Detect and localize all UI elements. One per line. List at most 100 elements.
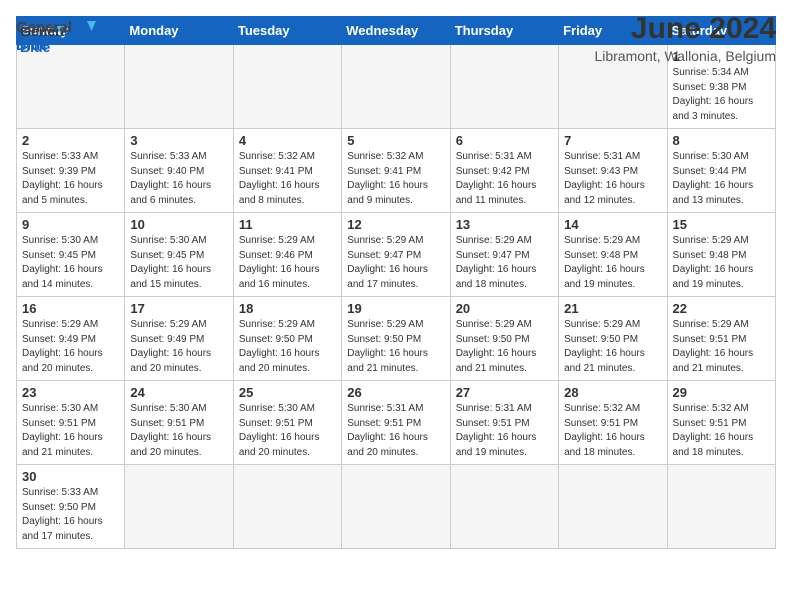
day-info: Sunrise: 5:30 AMSunset: 9:44 PMDaylight:… bbox=[673, 150, 770, 208]
calendar-cell: 9 Sunrise: 5:30 AMSunset: 9:45 PMDaylight… bbox=[17, 213, 125, 297]
calendar-cell: 2 Sunrise: 5:33 AMSunset: 9:39 PMDaylight… bbox=[17, 129, 125, 213]
day-info: Sunrise: 5:29 AMSunset: 9:49 PMDaylight:… bbox=[22, 318, 119, 376]
day-info: Sunrise: 5:31 AMSunset: 9:51 PMDaylight:… bbox=[347, 402, 444, 460]
day-number: 5 bbox=[347, 133, 444, 148]
calendar-cell: 19Sunrise: 5:29 AMSunset: 9:50 PMDayligh… bbox=[342, 297, 450, 381]
day-number: 3 bbox=[130, 133, 227, 148]
calendar-cell: 20 Sunrise: 5:29 AMSunset: 9:50 PMDayligh… bbox=[450, 297, 558, 381]
logo-container: General Blue bbox=[16, 14, 96, 63]
calendar-cell: 14 Sunrise: 5:29 AMSunset: 9:48 PMDayligh… bbox=[559, 213, 667, 297]
svg-text:Blue: Blue bbox=[16, 37, 49, 54]
title-block: June 2024 Libramont, Wallonia, Belgium bbox=[594, 12, 776, 64]
calendar-cell: 4 Sunrise: 5:32 AMSunset: 9:41 PMDaylight… bbox=[233, 129, 341, 213]
header-day-monday: Monday bbox=[125, 17, 233, 45]
calendar-cell: 6 Sunrise: 5:31 AMSunset: 9:42 PMDaylight… bbox=[450, 129, 558, 213]
day-number: 17 bbox=[130, 301, 227, 316]
day-info: Sunrise: 5:32 AMSunset: 9:41 PMDaylight:… bbox=[347, 150, 444, 208]
day-number: 16 bbox=[22, 301, 119, 316]
day-number: 13 bbox=[456, 217, 553, 232]
week-row-3: 9 Sunrise: 5:30 AMSunset: 9:45 PMDaylight… bbox=[17, 213, 776, 297]
day-number: 22 bbox=[673, 301, 770, 316]
day-number: 12 bbox=[347, 217, 444, 232]
header-day-thursday: Thursday bbox=[450, 17, 558, 45]
calendar-cell: 21 Sunrise: 5:29 AMSunset: 9:50 PMDayligh… bbox=[559, 297, 667, 381]
calendar-body: 1Sunrise: 5:34 AMSunset: 9:38 PMDaylight… bbox=[17, 45, 776, 549]
day-info: Sunrise: 5:29 AMSunset: 9:47 PMDaylight:… bbox=[347, 234, 444, 292]
calendar-cell: 18 Sunrise: 5:29 AMSunset: 9:50 PMDayligh… bbox=[233, 297, 341, 381]
day-info: Sunrise: 5:29 AMSunset: 9:48 PMDaylight:… bbox=[673, 234, 770, 292]
day-info: Sunrise: 5:29 AMSunset: 9:46 PMDaylight:… bbox=[239, 234, 336, 292]
calendar-cell: 28Sunrise: 5:32 AMSunset: 9:51 PMDayligh… bbox=[559, 381, 667, 465]
calendar-cell: 11 Sunrise: 5:29 AMSunset: 9:46 PMDayligh… bbox=[233, 213, 341, 297]
main-title: June 2024 bbox=[594, 12, 776, 46]
calendar-cell: 16 Sunrise: 5:29 AMSunset: 9:49 PMDayligh… bbox=[17, 297, 125, 381]
day-info: Sunrise: 5:30 AMSunset: 9:45 PMDaylight:… bbox=[22, 234, 119, 292]
day-info: Sunrise: 5:29 AMSunset: 9:48 PMDaylight:… bbox=[564, 234, 661, 292]
day-number: 18 bbox=[239, 301, 336, 316]
calendar-cell: 27Sunrise: 5:31 AMSunset: 9:51 PMDayligh… bbox=[450, 381, 558, 465]
calendar-cell bbox=[125, 465, 233, 549]
header-day-wednesday: Wednesday bbox=[342, 17, 450, 45]
day-info: Sunrise: 5:30 AMSunset: 9:45 PMDaylight:… bbox=[130, 234, 227, 292]
calendar-cell bbox=[667, 465, 775, 549]
calendar-cell bbox=[450, 45, 558, 129]
day-info: Sunrise: 5:29 AMSunset: 9:50 PMDaylight:… bbox=[239, 318, 336, 376]
location-subtitle: Libramont, Wallonia, Belgium bbox=[594, 48, 776, 64]
calendar-cell bbox=[559, 465, 667, 549]
day-number: 2 bbox=[22, 133, 119, 148]
day-number: 20 bbox=[456, 301, 553, 316]
logo-svg: General Blue bbox=[16, 14, 96, 58]
day-number: 26 bbox=[347, 385, 444, 400]
day-number: 11 bbox=[239, 217, 336, 232]
week-row-4: 16 Sunrise: 5:29 AMSunset: 9:49 PMDayligh… bbox=[17, 297, 776, 381]
calendar-cell: 23Sunrise: 5:30 AMSunset: 9:51 PMDayligh… bbox=[17, 381, 125, 465]
calendar-table: SundayMondayTuesdayWednesdayThursdayFrid… bbox=[16, 16, 776, 549]
day-info: Sunrise: 5:29 AMSunset: 9:49 PMDaylight:… bbox=[130, 318, 227, 376]
day-number: 10 bbox=[130, 217, 227, 232]
day-info: Sunrise: 5:29 AMSunset: 9:50 PMDaylight:… bbox=[456, 318, 553, 376]
calendar-cell bbox=[125, 45, 233, 129]
calendar-cell: 30Sunrise: 5:33 AMSunset: 9:50 PMDayligh… bbox=[17, 465, 125, 549]
day-number: 7 bbox=[564, 133, 661, 148]
day-info: Sunrise: 5:31 AMSunset: 9:42 PMDaylight:… bbox=[456, 150, 553, 208]
day-info: Sunrise: 5:30 AMSunset: 9:51 PMDaylight:… bbox=[130, 402, 227, 460]
calendar-cell: 25Sunrise: 5:30 AMSunset: 9:51 PMDayligh… bbox=[233, 381, 341, 465]
header-day-tuesday: Tuesday bbox=[233, 17, 341, 45]
calendar-cell bbox=[450, 465, 558, 549]
day-number: 21 bbox=[564, 301, 661, 316]
day-number: 4 bbox=[239, 133, 336, 148]
day-number: 9 bbox=[22, 217, 119, 232]
week-row-2: 2 Sunrise: 5:33 AMSunset: 9:39 PMDaylight… bbox=[17, 129, 776, 213]
day-number: 14 bbox=[564, 217, 661, 232]
day-info: Sunrise: 5:33 AMSunset: 9:50 PMDaylight:… bbox=[22, 486, 119, 544]
day-number: 24 bbox=[130, 385, 227, 400]
svg-text:General: General bbox=[16, 19, 72, 36]
calendar-cell: 29Sunrise: 5:32 AMSunset: 9:51 PMDayligh… bbox=[667, 381, 775, 465]
calendar-cell: 10 Sunrise: 5:30 AMSunset: 9:45 PMDayligh… bbox=[125, 213, 233, 297]
week-row-6: 30Sunrise: 5:33 AMSunset: 9:50 PMDayligh… bbox=[17, 465, 776, 549]
day-info: Sunrise: 5:30 AMSunset: 9:51 PMDaylight:… bbox=[22, 402, 119, 460]
calendar-cell: 7Sunrise: 5:31 AMSunset: 9:43 PMDaylight… bbox=[559, 129, 667, 213]
calendar-cell: 3 Sunrise: 5:33 AMSunset: 9:40 PMDaylight… bbox=[125, 129, 233, 213]
day-number: 28 bbox=[564, 385, 661, 400]
day-info: Sunrise: 5:34 AMSunset: 9:38 PMDaylight:… bbox=[673, 66, 770, 124]
day-info: Sunrise: 5:33 AMSunset: 9:40 PMDaylight:… bbox=[130, 150, 227, 208]
day-info: Sunrise: 5:32 AMSunset: 9:41 PMDaylight:… bbox=[239, 150, 336, 208]
day-number: 15 bbox=[673, 217, 770, 232]
day-info: Sunrise: 5:29 AMSunset: 9:50 PMDaylight:… bbox=[564, 318, 661, 376]
calendar-cell: 8Sunrise: 5:30 AMSunset: 9:44 PMDaylight… bbox=[667, 129, 775, 213]
day-info: Sunrise: 5:31 AMSunset: 9:51 PMDaylight:… bbox=[456, 402, 553, 460]
calendar-cell: 15 Sunrise: 5:29 AMSunset: 9:48 PMDayligh… bbox=[667, 213, 775, 297]
week-row-5: 23Sunrise: 5:30 AMSunset: 9:51 PMDayligh… bbox=[17, 381, 776, 465]
day-info: Sunrise: 5:29 AMSunset: 9:50 PMDaylight:… bbox=[347, 318, 444, 376]
calendar-cell: 17 Sunrise: 5:29 AMSunset: 9:49 PMDayligh… bbox=[125, 297, 233, 381]
day-info: Sunrise: 5:29 AMSunset: 9:51 PMDaylight:… bbox=[673, 318, 770, 376]
day-info: Sunrise: 5:29 AMSunset: 9:47 PMDaylight:… bbox=[456, 234, 553, 292]
calendar-cell: 26 Sunrise: 5:31 AMSunset: 9:51 PMDayligh… bbox=[342, 381, 450, 465]
calendar-cell: 12 Sunrise: 5:29 AMSunset: 9:47 PMDayligh… bbox=[342, 213, 450, 297]
calendar-cell: 5 Sunrise: 5:32 AMSunset: 9:41 PMDaylight… bbox=[342, 129, 450, 213]
day-number: 6 bbox=[456, 133, 553, 148]
day-info: Sunrise: 5:33 AMSunset: 9:39 PMDaylight:… bbox=[22, 150, 119, 208]
day-info: Sunrise: 5:32 AMSunset: 9:51 PMDaylight:… bbox=[673, 402, 770, 460]
calendar-cell: 13 Sunrise: 5:29 AMSunset: 9:47 PMDayligh… bbox=[450, 213, 558, 297]
